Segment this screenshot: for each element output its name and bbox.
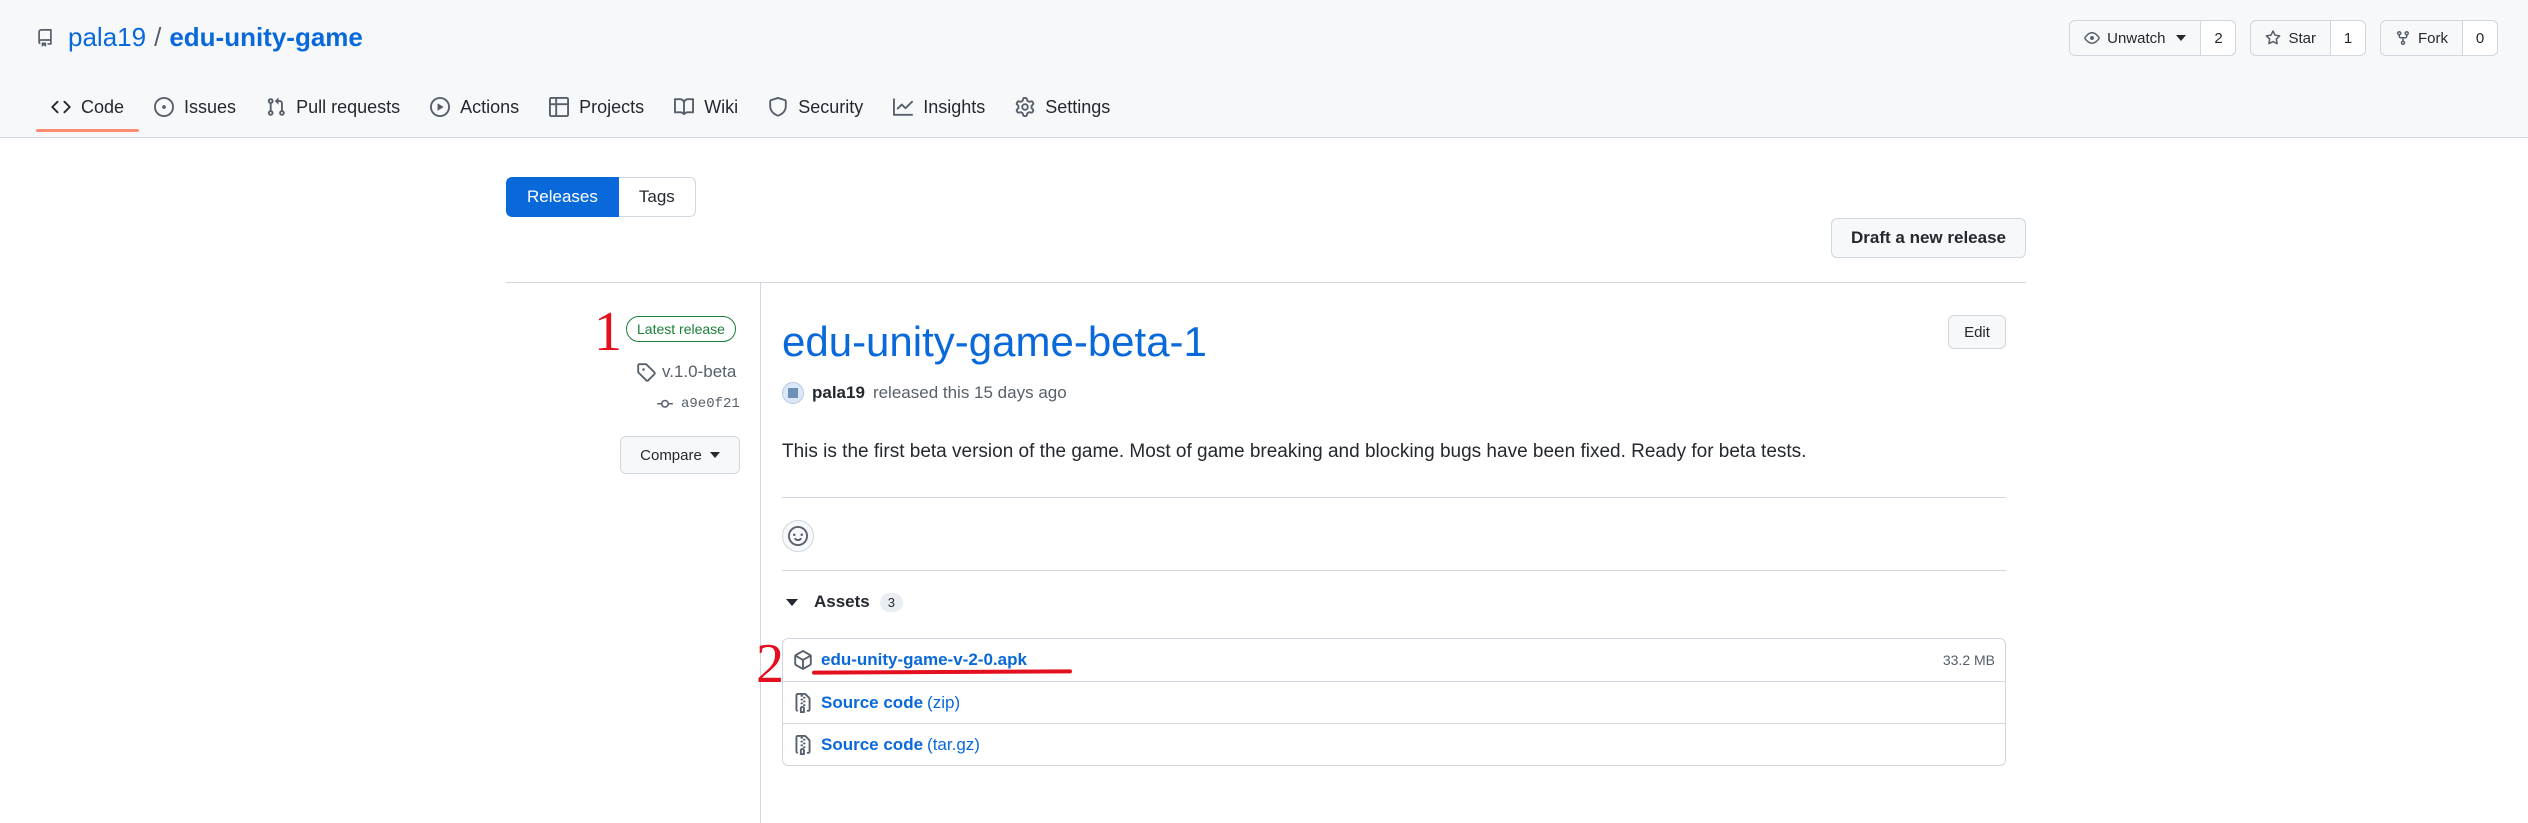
- package-icon: [794, 650, 812, 670]
- tab-label: Projects: [579, 96, 645, 117]
- body-divider: [782, 497, 2006, 498]
- tab-label: Code: [81, 96, 125, 117]
- tab-label: Settings: [1045, 96, 1111, 117]
- tab-settings[interactable]: Settings: [1000, 82, 1125, 132]
- tab-label: Security: [798, 96, 864, 117]
- asset-size: 33.2 MB: [1942, 652, 1995, 668]
- chevron-down-icon: [2176, 35, 2187, 41]
- fork-button-group: Fork 0: [2380, 20, 2498, 56]
- tab-code[interactable]: Code: [36, 82, 140, 132]
- tab-security[interactable]: Security: [753, 82, 878, 132]
- chevron-down-icon: [709, 452, 720, 458]
- release-commit[interactable]: a9e0f21: [655, 396, 740, 412]
- fork-label: Fork: [2418, 29, 2448, 47]
- release-author-line: pala19 released this 15 days ago: [782, 382, 1067, 404]
- unwatch-label: Unwatch: [2107, 29, 2166, 47]
- release-title[interactable]: edu-unity-game-beta-1: [782, 318, 1207, 366]
- fork-icon: [2397, 31, 2409, 46]
- tab-actions[interactable]: Actions: [415, 82, 534, 132]
- latest-release-badge: Latest release: [626, 316, 736, 342]
- source-targz-suffix: (tar.gz): [927, 734, 980, 754]
- assets-divider: [782, 570, 2006, 571]
- assets-label: Assets: [814, 592, 870, 611]
- tab-pull-requests[interactable]: Pull requests: [251, 82, 415, 132]
- source-zip-suffix: (zip): [927, 692, 961, 712]
- triangle-down-icon: [786, 598, 798, 606]
- file-zip-icon: [795, 692, 811, 713]
- fork-button[interactable]: Fork: [2381, 21, 2463, 55]
- tab-projects[interactable]: Projects: [534, 82, 659, 132]
- commit-icon: [657, 399, 673, 408]
- graph-icon: [893, 98, 914, 116]
- release-tag[interactable]: v.1.0-beta: [636, 362, 736, 382]
- tab-label: Pull requests: [296, 96, 401, 117]
- star-button[interactable]: Star: [2251, 21, 2331, 55]
- repo-separator: /: [154, 22, 162, 52]
- tab-label: Wiki: [704, 96, 739, 117]
- code-icon: [51, 100, 71, 114]
- edit-release-button[interactable]: Edit: [1948, 315, 2006, 349]
- repo-nav: Code Issues Pull requests Actions Projec…: [36, 88, 1125, 138]
- forks-count[interactable]: 0: [2463, 21, 2497, 55]
- tab-label: Actions: [460, 96, 520, 117]
- assets-list: edu-unity-game-v-2-0.apk 33.2 MB Source …: [782, 638, 2006, 766]
- add-reaction-button[interactable]: [782, 520, 814, 552]
- assets-count: 3: [879, 592, 903, 612]
- repo-name-link[interactable]: edu-unity-game: [169, 22, 363, 53]
- list-item[interactable]: Source code (tar.gz): [783, 723, 2005, 765]
- tab-issues[interactable]: Issues: [139, 82, 251, 132]
- repo-actions: Unwatch 2 Star 1 Fork 0: [2069, 20, 2498, 56]
- release-commit-hash: a9e0f21: [681, 396, 740, 412]
- annotation-number-two: 2: [756, 633, 784, 695]
- book-icon: [674, 98, 695, 116]
- issue-icon: [154, 97, 175, 117]
- avatar[interactable]: [782, 382, 804, 404]
- tags-tab[interactable]: Tags: [618, 177, 696, 217]
- pull-request-icon: [267, 97, 285, 116]
- asset-apk-link[interactable]: edu-unity-game-v-2-0.apk: [821, 650, 1027, 670]
- tab-insights[interactable]: Insights: [878, 82, 1000, 132]
- compare-button[interactable]: Compare: [620, 436, 740, 474]
- tag-icon: [637, 363, 656, 382]
- watchers-count[interactable]: 2: [2201, 21, 2236, 55]
- source-targz-link[interactable]: Source code: [821, 735, 923, 755]
- repo-owner-link[interactable]: pala19: [68, 22, 146, 53]
- release-date-text: released this 15 days ago: [872, 383, 1067, 402]
- annotation-number-one: 1: [594, 301, 622, 363]
- file-zip-icon: [795, 734, 811, 755]
- tab-label: Insights: [923, 96, 986, 117]
- assets-toggle[interactable]: Assets 3: [786, 592, 903, 612]
- smiley-icon: [788, 526, 808, 546]
- tab-wiki[interactable]: Wiki: [659, 82, 753, 132]
- release-description: This is the first beta version of the ga…: [782, 441, 1807, 462]
- release-author[interactable]: pala19: [812, 383, 865, 403]
- unwatch-button[interactable]: Unwatch: [2070, 21, 2202, 55]
- star-button-group: Star 1: [2250, 20, 2366, 56]
- repo-header: pala19 / edu-unity-game Unwatch 2 Star 1…: [0, 0, 2528, 138]
- star-icon: [2266, 30, 2281, 45]
- repo-icon: [38, 28, 52, 47]
- section-divider: [506, 282, 2026, 283]
- shield-icon: [769, 97, 787, 117]
- repo-title: pala19 / edu-unity-game: [36, 22, 363, 53]
- table-icon: [549, 97, 570, 117]
- compare-label: Compare: [640, 446, 702, 464]
- list-item[interactable]: edu-unity-game-v-2-0.apk 33.2 MB: [783, 639, 2005, 681]
- eye-icon: [2084, 32, 2100, 44]
- list-item[interactable]: Source code (zip): [783, 681, 2005, 723]
- watch-button-group: Unwatch 2: [2069, 20, 2237, 56]
- star-label: Star: [2288, 29, 2316, 47]
- release-tag-label: v.1.0-beta: [662, 362, 737, 381]
- play-icon: [430, 97, 451, 117]
- tab-label: Issues: [184, 96, 237, 117]
- timeline-divider: [760, 282, 761, 823]
- source-zip-link[interactable]: Source code: [821, 693, 923, 713]
- stars-count[interactable]: 1: [2331, 21, 2365, 55]
- gear-icon: [1016, 97, 1035, 117]
- releases-tab[interactable]: Releases: [506, 177, 619, 217]
- releases-subnav: Releases Tags: [506, 177, 696, 217]
- draft-new-release-button[interactable]: Draft a new release: [1831, 218, 2026, 258]
